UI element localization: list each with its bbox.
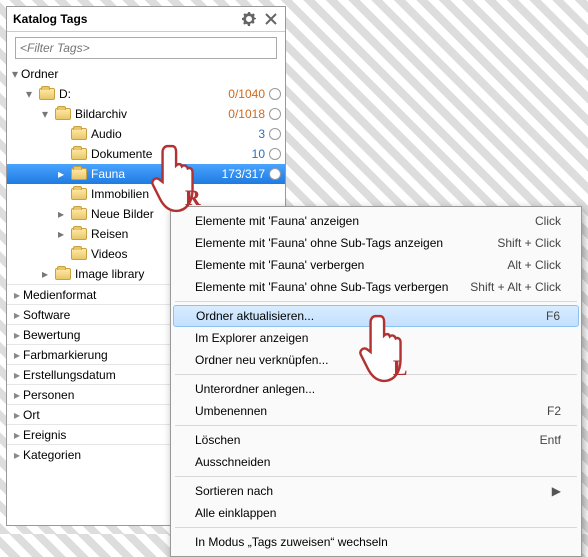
gear-icon[interactable] [241,11,257,27]
context-menu: Elemente mit 'Fauna' anzeigenClick Eleme… [170,206,582,557]
chevron-right-icon[interactable]: ▸ [39,267,51,281]
tree-item-bildarchiv[interactable]: ▾ Bildarchiv 0/1018 [7,104,285,124]
folder-icon [71,228,87,240]
tree-item-d[interactable]: ▾ D: 0/1040 [7,84,285,104]
item-count: 3 [258,127,265,141]
menu-separator [175,425,577,426]
menu-hide-elements[interactable]: Elemente mit 'Fauna' verbergenAlt + Clic… [173,254,579,276]
panel-title: Katalog Tags [13,12,87,26]
chevron-right-icon: ▶ [551,484,561,498]
chevron-right-icon[interactable]: ▸ [11,428,23,442]
close-icon[interactable] [263,11,279,27]
chevron-right-icon[interactable]: ▸ [11,368,23,382]
menu-collapse-all[interactable]: Alle einklappen [173,502,579,524]
chevron-right-icon[interactable]: ▸ [55,167,67,181]
chevron-right-icon[interactable]: ▸ [11,308,23,322]
item-count: 0/1040 [228,87,265,101]
folder-icon [71,128,87,140]
chevron-right-icon[interactable]: ▸ [11,408,23,422]
folder-icon [71,148,87,160]
radio-marker[interactable] [269,148,281,160]
tree-item-immobilien[interactable]: Immobilien [7,184,285,204]
tree-item-dokumente[interactable]: Dokumente 10 [7,144,285,164]
chevron-right-icon[interactable]: ▸ [11,388,23,402]
chevron-down-icon[interactable]: ▾ [23,87,35,101]
menu-separator [175,374,577,375]
chevron-right-icon[interactable]: ▸ [11,288,23,302]
menu-new-subfolder[interactable]: Unterordner anlegen... [173,378,579,400]
radio-marker[interactable] [269,128,281,140]
chevron-right-icon[interactable]: ▸ [11,448,23,462]
radio-marker[interactable] [269,108,281,120]
folder-icon [71,208,87,220]
folder-icon [39,88,55,100]
filter-tags-input[interactable] [15,37,277,59]
menu-relink-folder[interactable]: Ordner neu verknüpfen... [173,349,579,371]
menu-cut[interactable]: Ausschneiden [173,451,579,473]
radio-marker[interactable] [269,168,281,180]
menu-separator [175,301,577,302]
menu-rename[interactable]: UmbenennenF2 [173,400,579,422]
menu-delete[interactable]: LöschenEntf [173,429,579,451]
item-count: 0/1018 [228,107,265,121]
item-count: 10 [252,147,265,161]
chevron-right-icon[interactable]: ▸ [55,207,67,221]
menu-assign-tags-mode[interactable]: In Modus „Tags zuweisen“ wechseln [173,531,579,553]
radio-marker[interactable] [269,88,281,100]
tree-root-ordner[interactable]: ▾ Ordner [7,64,285,84]
menu-show-elements[interactable]: Elemente mit 'Fauna' anzeigenClick [173,210,579,232]
menu-show-elements-nosub[interactable]: Elemente mit 'Fauna' ohne Sub-Tags anzei… [173,232,579,254]
menu-separator [175,527,577,528]
menu-sort-by[interactable]: Sortieren nach▶ [173,480,579,502]
tree-item-fauna[interactable]: ▸ Fauna 173/317 [7,164,285,184]
chevron-down-icon[interactable]: ▾ [39,107,51,121]
menu-separator [175,476,577,477]
folder-icon [55,268,71,280]
chevron-right-icon[interactable]: ▸ [11,328,23,342]
folder-icon [55,108,71,120]
folder-icon [71,248,87,260]
folder-icon [71,168,87,180]
tree-item-audio[interactable]: Audio 3 [7,124,285,144]
chevron-right-icon[interactable]: ▸ [11,348,23,362]
menu-show-in-explorer[interactable]: Im Explorer anzeigen [173,327,579,349]
chevron-down-icon[interactable]: ▾ [9,67,21,81]
panel-header: Katalog Tags [7,7,285,32]
chevron-right-icon[interactable]: ▸ [55,227,67,241]
menu-refresh-folder[interactable]: Ordner aktualisieren...F6 [173,305,579,327]
folder-icon [71,188,87,200]
menu-hide-elements-nosub[interactable]: Elemente mit 'Fauna' ohne Sub-Tags verbe… [173,276,579,298]
item-count: 173/317 [222,167,265,181]
